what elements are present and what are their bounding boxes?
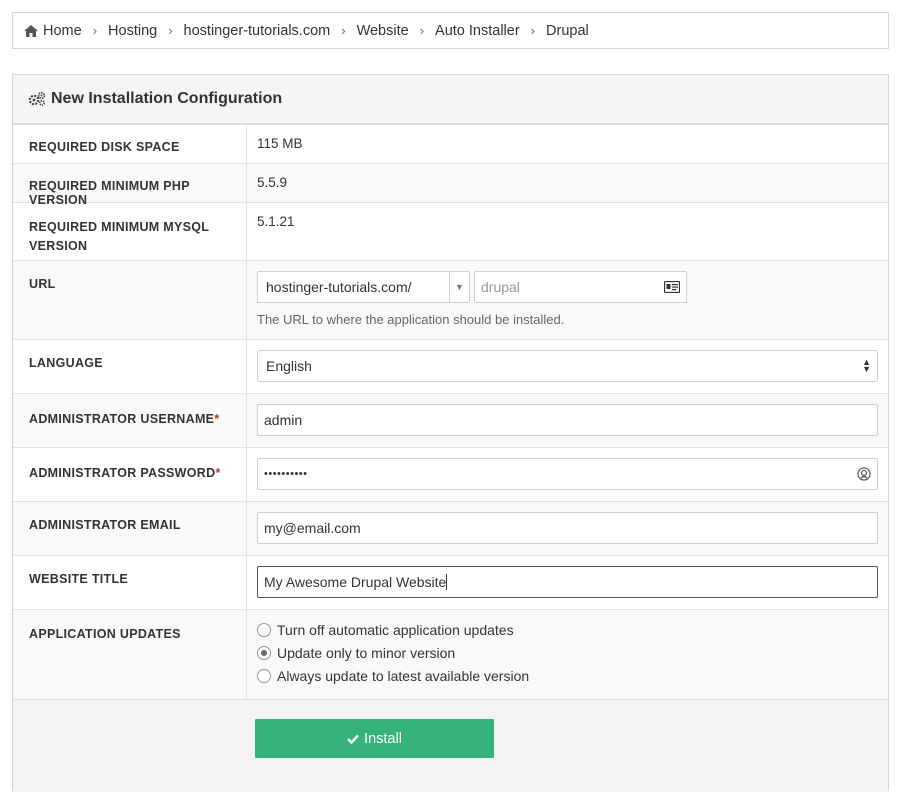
text-cursor [446, 574, 448, 590]
panel-header: New Installation Configuration [13, 75, 888, 125]
install-button[interactable]: Install [255, 719, 494, 758]
username-row: ADMINISTRATOR USERNAME* admin [13, 394, 888, 448]
update-option-minor[interactable]: Update only to minor version [257, 641, 878, 664]
update-option-label: Update only to minor version [277, 644, 456, 661]
caret-down-icon: ▼ [449, 272, 469, 302]
update-option-label: Turn off automatic application updates [277, 621, 514, 638]
installation-config-panel: New Installation Configuration REQUIRED … [12, 74, 889, 792]
url-row: URL hostinger-tutorials.com/ ▼ drupal Th… [13, 261, 888, 340]
breadcrumb-hosting[interactable]: Hosting [108, 23, 157, 39]
password-reveal-icon[interactable] [857, 467, 871, 481]
email-label: ADMINISTRATOR EMAIL [13, 502, 247, 555]
url-path-input[interactable]: drupal [474, 271, 687, 303]
breadcrumb-home[interactable]: Home [24, 23, 82, 39]
url-label: URL [13, 261, 247, 339]
select-arrows-icon: ▲ ▼ [862, 357, 871, 374]
language-value: English [266, 358, 312, 374]
disk-space-label: REQUIRED DISK SPACE [13, 125, 247, 163]
update-option-off[interactable]: Turn off automatic application updates [257, 618, 878, 641]
password-value: •••••••••• [264, 468, 308, 480]
chevron-right-icon: › [341, 23, 346, 38]
application-updates-row: APPLICATION UPDATES Turn off automatic a… [13, 610, 888, 702]
username-label-text: ADMINISTRATOR USERNAME [29, 412, 215, 426]
php-version-row: REQUIRED MINIMUM PHP VERSION 5.5.9 [13, 164, 888, 207]
website-title-row: WEBSITE TITLE My Awesome Drupal Website [13, 556, 888, 610]
php-version-label: REQUIRED MINIMUM PHP VERSION [13, 164, 247, 207]
password-row: ADMINISTRATOR PASSWORD* •••••••••• [13, 448, 888, 502]
update-option-label: Always update to latest available versio… [277, 667, 530, 684]
required-mark: * [215, 466, 221, 480]
panel-title: New Installation Configuration [51, 90, 283, 107]
language-select[interactable]: English ▲ ▼ [257, 350, 878, 382]
gears-icon [28, 91, 46, 107]
form-footer: Install [13, 699, 888, 792]
username-label: ADMINISTRATOR USERNAME* [13, 394, 247, 447]
breadcrumb-domain[interactable]: hostinger-tutorials.com [184, 23, 331, 39]
password-label-text: ADMINISTRATOR PASSWORD [29, 466, 216, 480]
url-domain-select[interactable]: hostinger-tutorials.com/ ▼ [257, 271, 470, 303]
radio-button-selected[interactable] [257, 645, 271, 660]
language-label: LANGUAGE [13, 340, 247, 393]
password-label: ADMINISTRATOR PASSWORD* [13, 448, 247, 501]
chevron-right-icon: › [92, 23, 98, 38]
website-title-label: WEBSITE TITLE [13, 556, 247, 609]
breadcrumb-drupal: Drupal [546, 22, 589, 39]
password-input[interactable]: •••••••••• [257, 458, 878, 490]
username-input[interactable]: admin [257, 404, 878, 436]
chevron-right-icon: › [419, 23, 425, 38]
breadcrumb-website[interactable]: Website [357, 23, 409, 39]
breadcrumb-home-label[interactable]: Home [43, 23, 82, 39]
email-row: ADMINISTRATOR EMAIL my@email.com [13, 502, 888, 556]
id-card-icon [664, 281, 680, 293]
check-icon [347, 734, 359, 744]
website-title-value: My Awesome Drupal Website [264, 574, 447, 590]
home-icon [24, 24, 38, 37]
radio-button[interactable] [257, 622, 271, 637]
website-title-input[interactable]: My Awesome Drupal Website [257, 566, 878, 598]
update-option-latest[interactable]: Always update to latest available versio… [257, 664, 878, 687]
disk-space-row: REQUIRED DISK SPACE 115 MB [13, 125, 888, 164]
mysql-version-row: REQUIRED MINIMUM MYSQL VERSION 5.1.21 [13, 203, 888, 261]
chevron-right-icon: › [530, 23, 536, 38]
url-path-placeholder: drupal [481, 279, 520, 295]
application-updates-label: APPLICATION UPDATES [13, 610, 247, 701]
radio-button[interactable] [257, 668, 271, 683]
language-row: LANGUAGE English ▲ ▼ [13, 340, 888, 394]
chevron-right-icon: › [168, 23, 173, 38]
required-mark: * [214, 412, 220, 426]
breadcrumb: Home › Hosting › hostinger-tutorials.com… [12, 12, 889, 49]
email-input[interactable]: my@email.com [257, 512, 878, 544]
php-version-value: 5.5.9 [257, 175, 288, 190]
url-domain-value: hostinger-tutorials.com/ [266, 279, 412, 295]
username-value: admin [264, 412, 303, 428]
url-help-text: The URL to where the application should … [257, 312, 565, 327]
mysql-version-value: 5.1.21 [257, 214, 295, 229]
mysql-version-label: REQUIRED MINIMUM MYSQL VERSION [13, 203, 247, 260]
email-value: my@email.com [264, 520, 361, 536]
install-label: Install [364, 730, 402, 747]
breadcrumb-auto-installer[interactable]: Auto Installer [435, 23, 520, 39]
disk-space-value: 115 MB [257, 136, 303, 151]
